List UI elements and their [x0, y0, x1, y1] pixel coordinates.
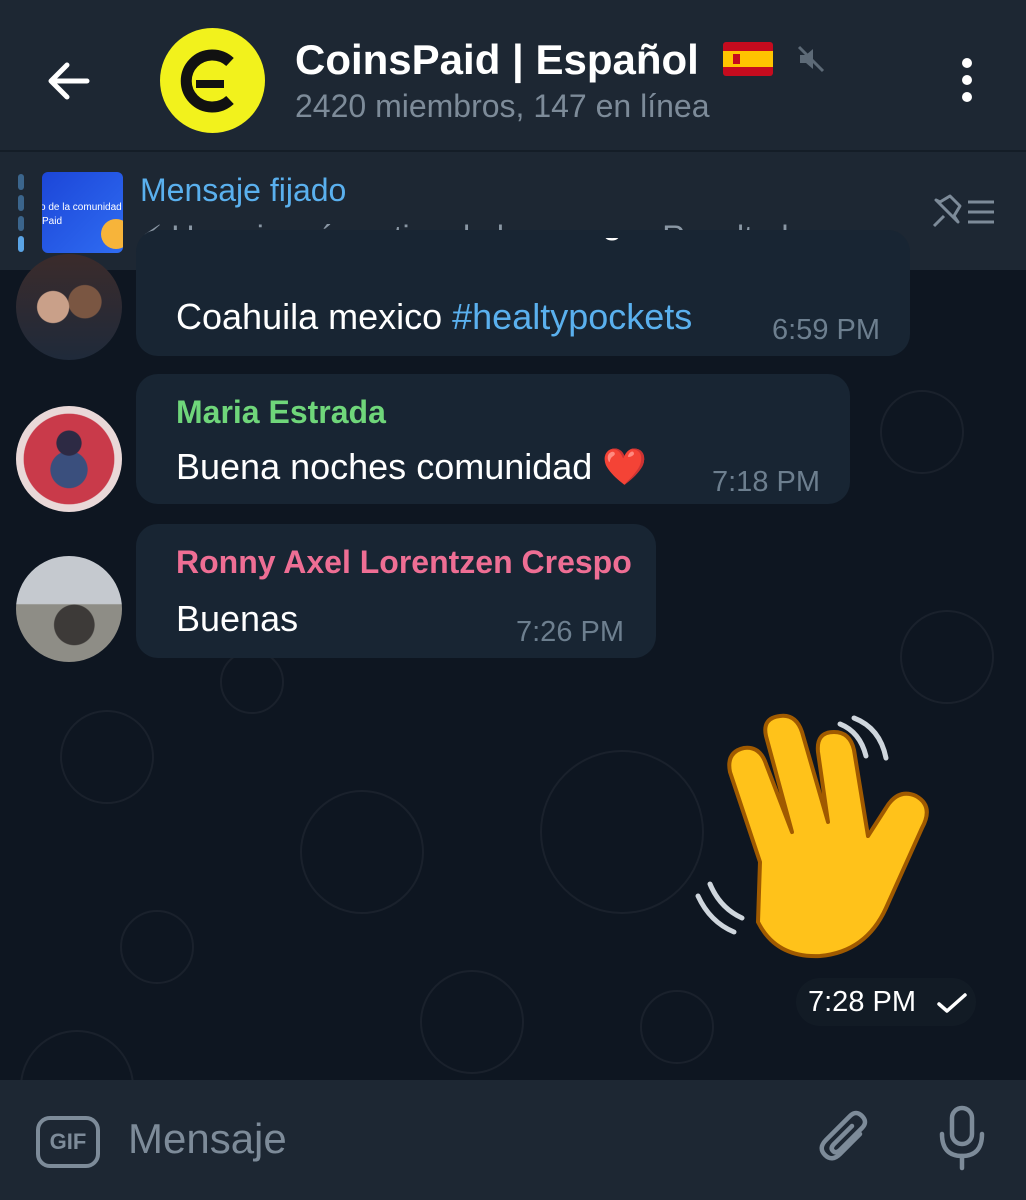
- pinned-thumbnail: o de la comunidad Paid: [42, 172, 123, 253]
- microphone-icon: [939, 1105, 985, 1171]
- waving-hand-sticker: [695, 713, 929, 959]
- message-bubble[interactable]: Maria Estrada Buena noches comunidad ❤️ …: [136, 374, 850, 504]
- attach-button[interactable]: [816, 1108, 876, 1168]
- pinned-thumb-text: o de la comunidad: [42, 202, 122, 213]
- sticker-time-pill: 7:28 PM: [796, 978, 976, 1026]
- group-avatar[interactable]: [160, 28, 265, 133]
- message-text: Buena noches comunidad ❤️: [176, 446, 647, 488]
- arrow-left-icon: [48, 62, 90, 100]
- doodle: [220, 650, 284, 714]
- pin-indicator-segment: [18, 194, 24, 211]
- pin-indicator-segment: [18, 215, 24, 232]
- message-text: Coahuila mexico #healtypockets: [176, 296, 692, 338]
- message-time: 7:26 PM: [516, 616, 624, 648]
- doodle: [60, 710, 154, 804]
- doodle: [20, 1030, 134, 1080]
- doodle: [880, 390, 964, 474]
- sender-name[interactable]: Maria Estrada: [176, 394, 386, 431]
- single-check-icon: [937, 993, 967, 1013]
- message-text-body: Buena noches comunidad: [176, 446, 603, 487]
- hashtag-link[interactable]: #healtypockets: [452, 296, 692, 337]
- more-vertical-icon: [962, 58, 972, 68]
- microphone-button[interactable]: [932, 1104, 992, 1174]
- pinned-label: Mensaje fijado: [140, 172, 347, 208]
- menu-dot: [962, 92, 972, 102]
- message-time: 6:59 PM: [772, 314, 880, 346]
- chat-title[interactable]: CoinsPaid | Español: [295, 36, 826, 84]
- message-text-body: Coahuila mexico: [176, 296, 453, 337]
- message-bubble[interactable]: Ronny Axel Lorentzen Crespo Buenas 7:26 …: [136, 524, 656, 658]
- doodle: [540, 750, 704, 914]
- pinned-thumb-text: Paid: [42, 216, 63, 227]
- menu-dot: [962, 75, 972, 85]
- chat-subtitle: 2420 miembros, 147 en línea: [295, 88, 710, 124]
- avatar[interactable]: [16, 254, 122, 360]
- pin-indicator-active: [18, 236, 24, 252]
- heart-emoji-icon: ❤️: [602, 446, 648, 487]
- message-input[interactable]: [126, 1098, 790, 1180]
- avatar[interactable]: [16, 406, 122, 512]
- message-time: 7:18 PM: [712, 466, 820, 498]
- pinned-thumb-graphic: [101, 219, 123, 249]
- doodle: [420, 970, 524, 1074]
- gif-button[interactable]: GIF: [36, 1116, 100, 1168]
- avatar[interactable]: [16, 556, 122, 662]
- coinspaid-logo-icon: [180, 49, 234, 112]
- pinned-indicator: [18, 174, 24, 252]
- doodle: [900, 610, 994, 704]
- message-bubble[interactable]: Saludos desde Piedras Negras Coahuila me…: [136, 230, 910, 356]
- pin-list-icon: [932, 194, 994, 228]
- more-menu-button[interactable]: [940, 50, 994, 110]
- paperclip-icon: [819, 1110, 868, 1161]
- chat-header: CoinsPaid | Español 2420 miembros, 147 e…: [0, 0, 1026, 150]
- muted-speaker-icon: [798, 45, 825, 72]
- doodle: [120, 910, 194, 984]
- message-time: 7:28 PM: [808, 986, 916, 1018]
- pin-indicator-segment: [18, 174, 24, 190]
- doodle: [300, 790, 424, 914]
- message-composer: GIF: [0, 1080, 1026, 1200]
- message-text: Buenas: [176, 598, 299, 639]
- doodle: [640, 990, 714, 1064]
- sender-name[interactable]: Ronny Axel Lorentzen Crespo: [176, 544, 632, 581]
- chat-title-text: CoinsPaid | Español: [295, 36, 699, 83]
- pinned-list-button[interactable]: [928, 192, 998, 232]
- spain-flag-icon: [722, 41, 773, 76]
- back-button[interactable]: [34, 46, 104, 116]
